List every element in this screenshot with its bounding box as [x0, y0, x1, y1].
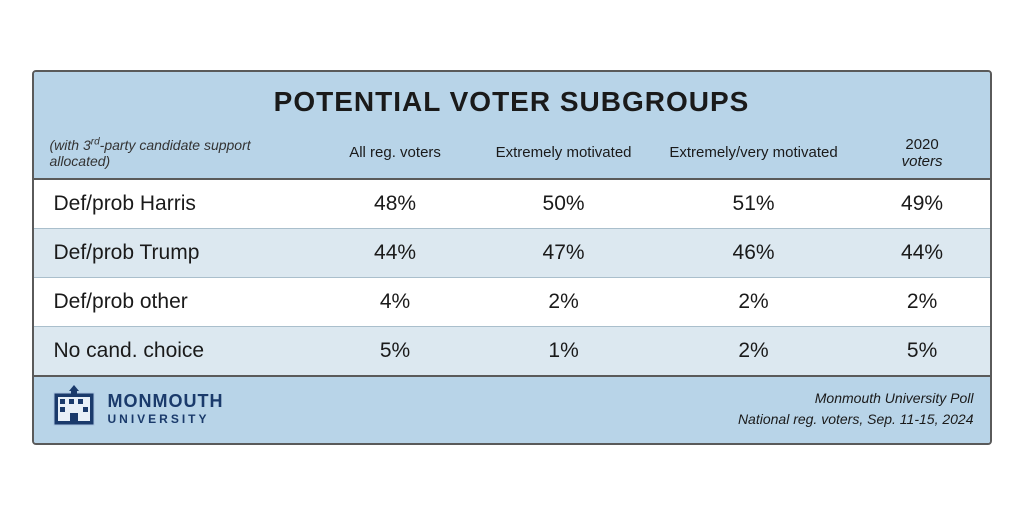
- row-3-col3: 2%: [652, 326, 854, 376]
- row-1-col3: 46%: [652, 228, 854, 277]
- citation-line2: National reg. voters, Sep. 11-15, 2024: [738, 411, 974, 427]
- card-title: POTENTIAL VOTER SUBGROUPS: [34, 72, 990, 128]
- header-subheading: (with 3rd-party candidate support alloca…: [34, 128, 316, 179]
- logo-university: UNIVERSITY: [108, 412, 224, 426]
- header-col4: 2020 voters: [855, 128, 990, 179]
- row-2-col4: 2%: [855, 277, 990, 326]
- monmouth-logo-icon: [50, 385, 98, 433]
- row-1-col1: 44%: [315, 228, 474, 277]
- row-2-col2: 2%: [475, 277, 653, 326]
- row-label-2: Def/prob other: [34, 277, 316, 326]
- citation-line1: Monmouth University Poll: [815, 390, 974, 406]
- row-label-1: Def/prob Trump: [34, 228, 316, 277]
- logo-monmouth: MONMOUTH: [108, 391, 224, 412]
- row-1-col2: 47%: [475, 228, 653, 277]
- row-0-col2: 50%: [475, 179, 653, 229]
- footer-logo: MONMOUTH UNIVERSITY: [50, 385, 224, 433]
- table-row: No cand. choice5%1%2%5%: [34, 326, 990, 376]
- table-row: Def/prob Trump44%47%46%44%: [34, 228, 990, 277]
- row-0-col3: 51%: [652, 179, 854, 229]
- row-3-col2: 1%: [475, 326, 653, 376]
- logo-text: MONMOUTH UNIVERSITY: [108, 391, 224, 426]
- data-table: (with 3rd-party candidate support alloca…: [34, 128, 990, 377]
- table-row: Def/prob Harris48%50%51%49%: [34, 179, 990, 229]
- row-0-col1: 48%: [315, 179, 474, 229]
- row-3-col4: 5%: [855, 326, 990, 376]
- row-1-col4: 44%: [855, 228, 990, 277]
- header-col1: All reg. voters: [315, 128, 474, 179]
- table-row: Def/prob other4%2%2%2%: [34, 277, 990, 326]
- row-label-3: No cand. choice: [34, 326, 316, 376]
- row-2-col1: 4%: [315, 277, 474, 326]
- row-3-col1: 5%: [315, 326, 474, 376]
- header-col2: Extremely motivated: [475, 128, 653, 179]
- header-col3: Extremely/very motivated: [652, 128, 854, 179]
- footer-citation: Monmouth University Poll National reg. v…: [738, 388, 974, 430]
- row-2-col3: 2%: [652, 277, 854, 326]
- footer: MONMOUTH UNIVERSITY Monmouth University …: [34, 377, 990, 443]
- row-0-col4: 49%: [855, 179, 990, 229]
- card: POTENTIAL VOTER SUBGROUPS (with 3rd-part…: [32, 70, 992, 445]
- row-label-0: Def/prob Harris: [34, 179, 316, 229]
